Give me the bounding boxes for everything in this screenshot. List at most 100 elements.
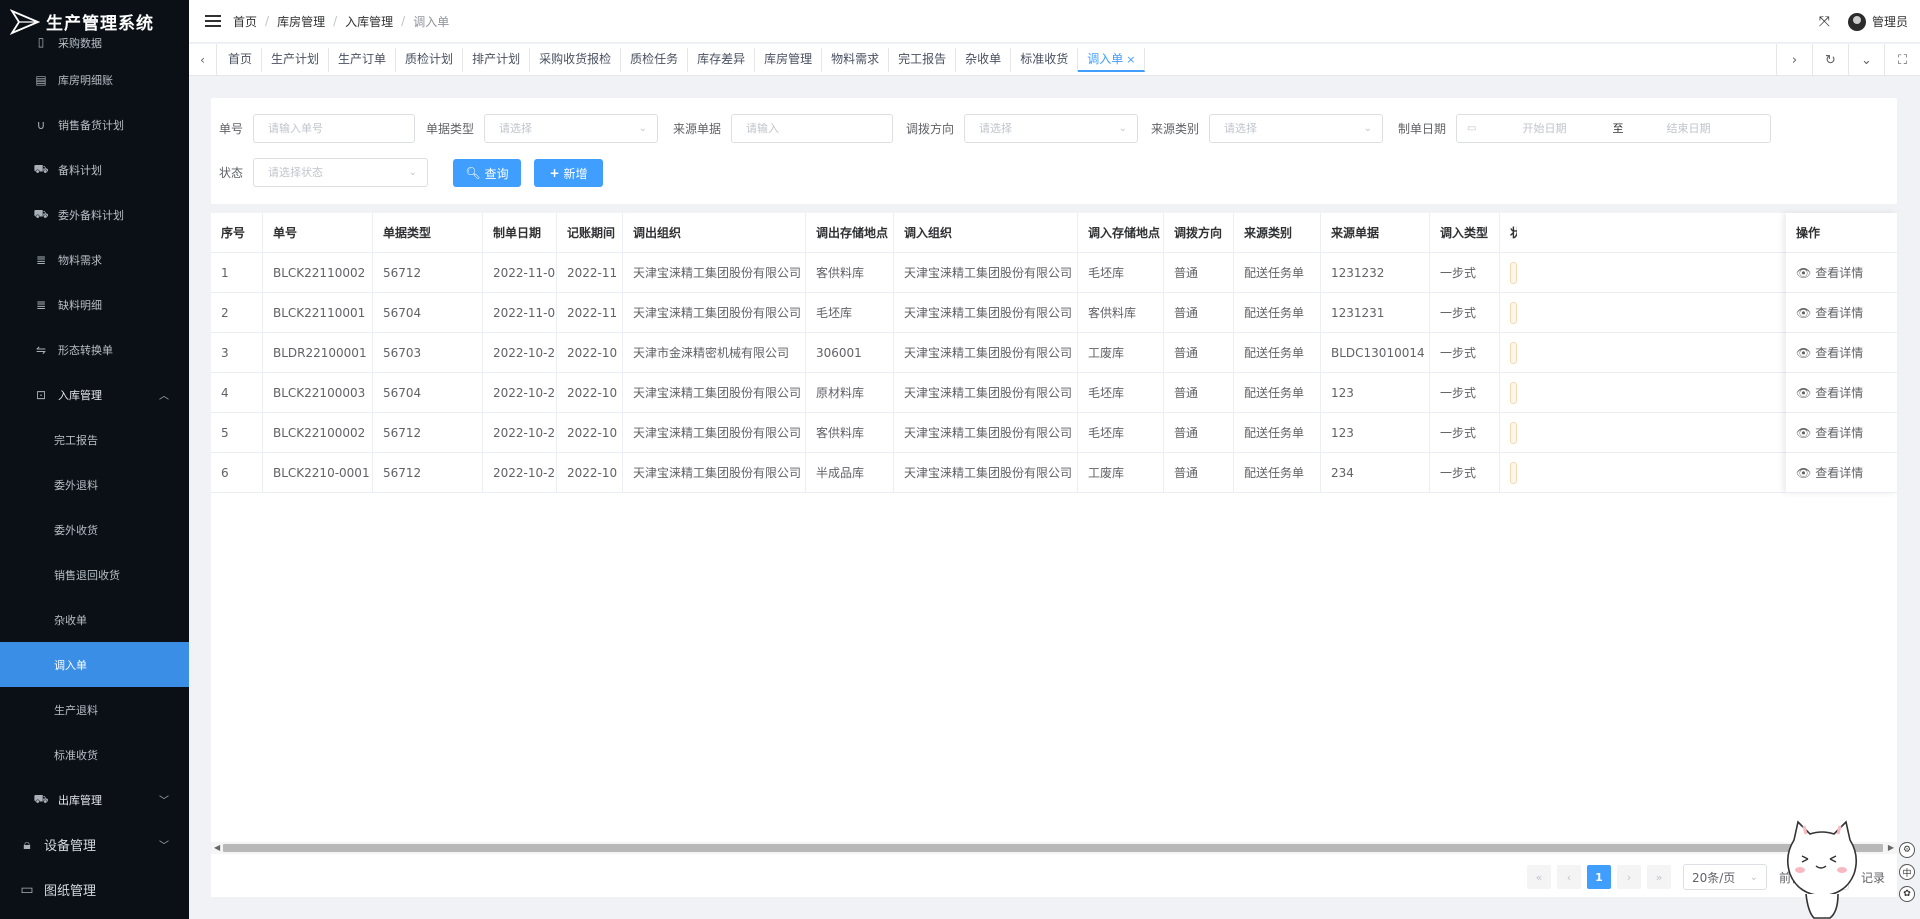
- maximize-icon[interactable]: ⛶: [1884, 44, 1920, 76]
- tag-home[interactable]: 首页: [219, 47, 263, 72]
- col-doc-type-cell: 56712: [373, 413, 483, 452]
- sidebar-item-production-return[interactable]: 生产退料: [0, 687, 189, 732]
- table-row[interactable]: 6 BLCK2210-0001 56712 2022-10-25 2022-10 天津宝涞…: [211, 453, 1897, 493]
- sidebar-item-form-conversion[interactable]: ⇋ 形态转换单: [0, 327, 189, 372]
- breadcrumb-home[interactable]: 首页: [233, 13, 257, 30]
- user-menu[interactable]: 管理员: [1847, 12, 1908, 31]
- tag-purchase-receipt-inspection[interactable]: 采购收货报检: [530, 47, 622, 72]
- language-icon[interactable]: 中: [1899, 864, 1915, 880]
- chevron-down-icon[interactable]: ⌄: [1848, 44, 1884, 76]
- source-type-select[interactable]: 请选择 ⌄: [1209, 114, 1384, 143]
- sidebar-group-inbound[interactable]: ⊡ 入库管理 ︿: [0, 372, 189, 417]
- doc-no-input[interactable]: 请输入单号: [253, 114, 416, 143]
- tag-qc-task[interactable]: 质检任务: [621, 47, 689, 72]
- query-button[interactable]: 🔍︎ 查询: [453, 159, 521, 187]
- source-doc-input[interactable]: 请输入: [731, 114, 894, 143]
- first-page-button[interactable]: «: [1526, 865, 1551, 889]
- tag-warehouse-management[interactable]: 库房管理: [755, 47, 823, 72]
- op-header: 操作: [1786, 213, 1897, 253]
- close-icon[interactable]: ×: [1126, 53, 1135, 66]
- breadcrumb-warehouse[interactable]: 库房管理: [277, 13, 325, 30]
- view-detail-button[interactable]: 👁︎ 查看详情: [1796, 304, 1863, 321]
- table-row[interactable]: 1 BLCK22110002 56712 2022-11-01 2022-11 天津宝涞精…: [211, 253, 1897, 293]
- tags-scroll-right-icon[interactable]: ›: [1776, 44, 1812, 76]
- sidebar-item-outsource-receipt[interactable]: 委外收货: [0, 507, 189, 552]
- sidebar-item-outsource-material-plan[interactable]: ⛟ 委外备料计划: [0, 192, 189, 237]
- menu-toggle-icon[interactable]: [205, 12, 221, 30]
- page-number[interactable]: 1: [1586, 865, 1611, 889]
- tag-qc-plan[interactable]: 质检计划: [396, 47, 464, 72]
- fullscreen-icon[interactable]: ⤧: [1819, 14, 1830, 30]
- col-doc-type-cell: 56712: [373, 253, 483, 292]
- tag-production-plan[interactable]: 生产计划: [262, 47, 330, 72]
- table-row[interactable]: 3 BLDR22100001 56703 2022-10-25 2022-10 天津市金涞…: [211, 333, 1897, 373]
- col-period-cell: 2022-10: [557, 413, 623, 452]
- end-date-placeholder[interactable]: 结束日期: [1666, 115, 1710, 142]
- sidebar-item-outsource-return[interactable]: 委外退料: [0, 462, 189, 507]
- sidebar-item-equipment[interactable]: 🔒︎ 设备管理 ﹀: [0, 822, 189, 867]
- sidebar-item-misc-receipt[interactable]: 杂收单: [0, 597, 189, 642]
- refresh-icon[interactable]: ↻: [1812, 44, 1848, 76]
- tags-scroll-left-icon[interactable]: ‹: [189, 43, 217, 76]
- scroll-left-icon[interactable]: ◀: [214, 842, 220, 854]
- side-tools: ⚙ 中 ✿: [1897, 842, 1917, 902]
- col-source-doc-cell: 1231232: [1321, 253, 1430, 292]
- view-detail-button[interactable]: 👁︎ 查看详情: [1796, 464, 1863, 481]
- breadcrumb-inbound[interactable]: 入库管理: [345, 13, 393, 30]
- col-out-location-cell: 毛坯库: [806, 293, 894, 332]
- table-row[interactable]: 5 BLCK22100002 56712 2022-10-25 2022-10 天津宝涞精…: [211, 413, 1897, 453]
- folder-icon: ▭: [20, 881, 34, 898]
- sidebar-item-sales-stock-plan[interactable]: ∪ 销售备货计划: [0, 102, 189, 147]
- cat-mascot-icon[interactable]: [1780, 808, 1864, 919]
- tag-completion-report[interactable]: 完工报告: [889, 47, 957, 72]
- view-detail-button[interactable]: 👁︎ 查看详情: [1796, 384, 1863, 401]
- start-date-placeholder[interactable]: 开始日期: [1522, 115, 1612, 142]
- sidebar-item-transfer-in[interactable]: 调入单: [0, 642, 189, 687]
- sidebar-item-completion-report[interactable]: 完工报告: [0, 417, 189, 462]
- tag-production-order[interactable]: 生产订单: [329, 47, 397, 72]
- col-in-org-cell: 天津宝涞精工集团股份有限公司: [894, 333, 1078, 372]
- page-size-select[interactable]: 20条/页 ⌄: [1682, 864, 1767, 890]
- table-row[interactable]: 2 BLCK22110001 56704 2022-11-01 2022-11 天津宝涞精…: [211, 293, 1897, 333]
- col-in-type-cell: 一步式: [1430, 373, 1500, 412]
- sidebar-group-outbound[interactable]: ⛟ 出库管理 ﹀: [0, 777, 189, 822]
- sidebar-item-ledger[interactable]: ▤ 库房明细账: [0, 57, 189, 102]
- sidebar-item-sales-return-receipt[interactable]: 销售退回收货: [0, 552, 189, 597]
- col-create-date-cell: 2022-11-01: [483, 293, 557, 332]
- tag-material-demand[interactable]: 物料需求: [822, 47, 890, 72]
- tag-inventory-difference[interactable]: 库存差异: [688, 47, 756, 72]
- table-row[interactable]: 4 BLCK22100003 56704 2022-10-25 2022-10 天津宝涞精…: [211, 373, 1897, 413]
- col-source-type-cell: 配送任务单: [1234, 373, 1321, 412]
- chevron-down-icon: ⌄: [408, 167, 418, 178]
- sidebar-item-material-demand[interactable]: ≣ 物料需求: [0, 237, 189, 282]
- status-select[interactable]: 请选择状态 ⌄: [253, 158, 429, 187]
- scroll-right-icon[interactable]: ▶: [1888, 842, 1894, 854]
- tag-misc-receipt[interactable]: 杂收单: [956, 47, 1012, 72]
- view-detail-button[interactable]: 👁︎ 查看详情: [1796, 424, 1863, 441]
- source-doc-label: 来源单据: [673, 122, 722, 136]
- settings-icon[interactable]: ⚙: [1899, 842, 1915, 858]
- add-button[interactable]: + 新增: [534, 159, 603, 187]
- paw-icon[interactable]: ✿: [1899, 886, 1915, 902]
- sidebar-item-drawings[interactable]: ▭ 图纸管理: [0, 867, 189, 912]
- tag-transfer-in[interactable]: 调入单 ×: [1078, 47, 1146, 72]
- view-detail-button[interactable]: 👁︎ 查看详情: [1796, 264, 1863, 281]
- last-page-button[interactable]: »: [1646, 865, 1671, 889]
- create-date-label: 制单日期: [1398, 122, 1447, 136]
- sidebar-item-shortage-detail[interactable]: ≣ 缺料明细: [0, 282, 189, 327]
- horizontal-scrollbar[interactable]: ◀ ▶: [211, 842, 1897, 854]
- sidebar-item-purchase-data[interactable]: ▯ 采购数据: [0, 35, 189, 57]
- tag-scheduling-plan[interactable]: 排产计划: [463, 47, 531, 72]
- tag-standard-receipt[interactable]: 标准收货: [1011, 47, 1079, 72]
- sidebar-item-material-plan[interactable]: ⛟ 备料计划: [0, 147, 189, 192]
- sidebar-item-standard-receipt[interactable]: 标准收货: [0, 732, 189, 777]
- prev-page-button[interactable]: ‹: [1556, 865, 1581, 889]
- view-detail-button[interactable]: 👁︎ 查看详情: [1796, 344, 1863, 361]
- next-page-button[interactable]: ›: [1616, 865, 1641, 889]
- date-range-picker[interactable]: ▭ 开始日期 至 结束日期: [1456, 114, 1772, 143]
- database-icon: ≣: [35, 297, 47, 312]
- scrollbar-thumb[interactable]: [223, 844, 1883, 852]
- doc-type-select[interactable]: 请选择 ⌄: [484, 114, 659, 143]
- direction-select[interactable]: 请选择 ⌄: [964, 114, 1139, 143]
- col-period-cell: 2022-10: [557, 333, 623, 372]
